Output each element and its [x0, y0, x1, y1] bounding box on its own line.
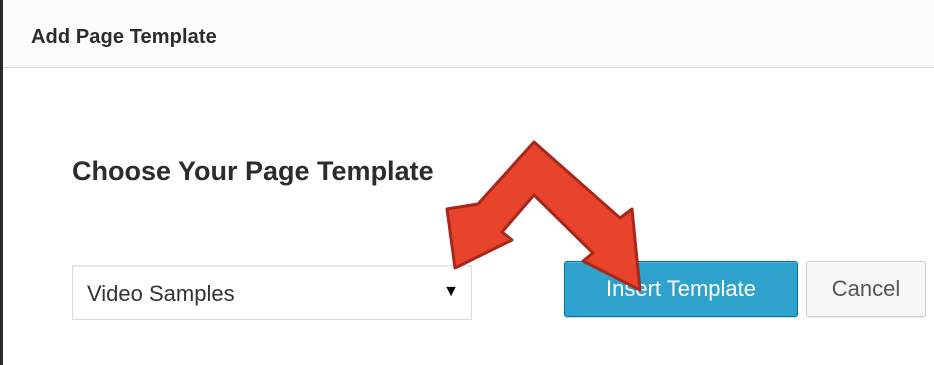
- add-page-template-dialog: Add Page Template Choose Your Page Templ…: [0, 0, 934, 365]
- template-select-value: Video Samples: [87, 281, 235, 306]
- template-select[interactable]: Video Samples ▼: [72, 265, 472, 320]
- choose-template-heading: Choose Your Page Template: [72, 156, 434, 186]
- dialog-title: Add Page Template: [31, 26, 217, 48]
- cancel-button[interactable]: Cancel: [806, 261, 926, 317]
- insert-template-button[interactable]: Insert Template: [564, 261, 798, 317]
- dialog-header: Add Page Template: [3, 0, 934, 68]
- dropdown-arrow-icon: ▼: [443, 283, 459, 300]
